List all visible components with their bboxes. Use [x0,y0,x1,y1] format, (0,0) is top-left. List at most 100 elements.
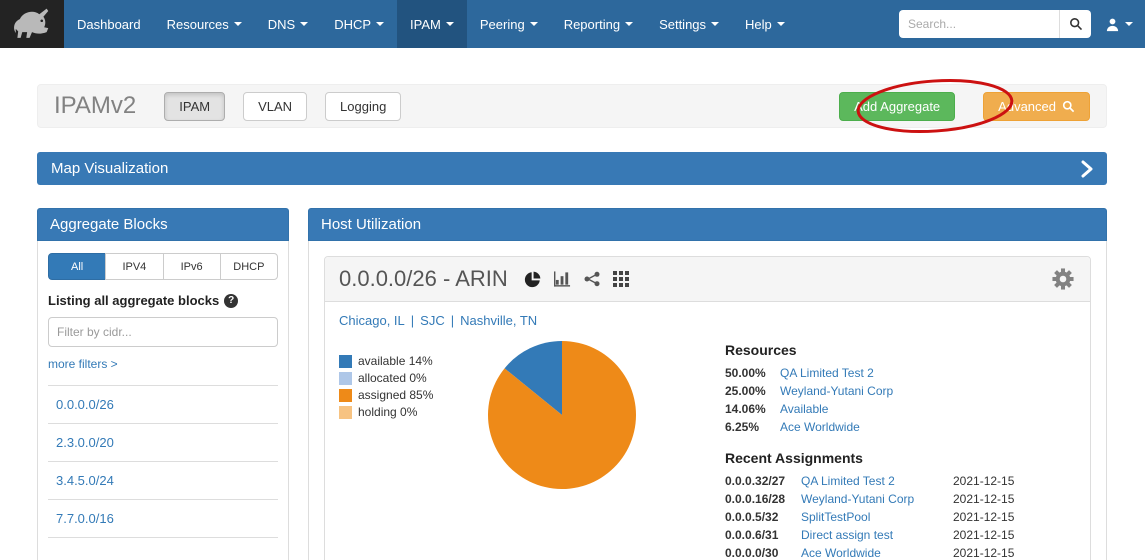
page-title: IPAMv2 [54,92,136,120]
rhino-logo-icon [6,4,58,44]
filter-tab-all[interactable]: All [48,253,106,280]
resource-percent: 6.25% [725,420,780,435]
more-filters-link[interactable]: more filters > [48,357,118,371]
assignment-cidr: 0.0.0.32/27 [725,474,801,489]
separator: | [411,313,414,328]
nav-item-help[interactable]: Help [732,0,798,48]
aggregate-blocks-header: Aggregate Blocks [37,208,289,241]
nav-item-resources[interactable]: Resources [154,0,255,48]
assignment-link[interactable]: Ace Worldwide [801,546,953,560]
settings-button[interactable] [1052,268,1074,290]
nav-item-dhcp[interactable]: DHCP [321,0,397,48]
assignment-date: 2021-12-15 [953,546,1014,560]
list-item[interactable]: 3.4.5.0/24 [48,461,278,499]
nav-item-peering[interactable]: Peering [467,0,551,48]
chevron-down-icon [1125,22,1133,26]
listing-label: Listing all aggregate blocks ? [48,293,278,308]
grid-view-button[interactable] [613,271,629,287]
resource-row: 50.00%QA Limited Test 2 [725,366,1076,381]
cidr-filter-input[interactable] [48,317,278,347]
resource-link[interactable]: QA Limited Test 2 [780,366,874,381]
legend-item: assigned 85% [339,388,479,402]
resource-link[interactable]: Available [780,402,828,417]
assignment-row: 0.0.0.5/32SplitTestPool2021-12-15 [725,510,1076,525]
gear-icon [1052,268,1074,290]
legend-item: allocated 0% [339,371,479,385]
search-icon [1069,17,1083,31]
nav-item-reporting[interactable]: Reporting [551,0,646,48]
resource-row: 25.00%Weyland-Yutani Corp [725,384,1076,399]
bar-chart-view-button[interactable] [554,271,571,287]
ipamv2-page: Dashboard Resources DNS DHCP IPAM Peerin… [0,0,1145,560]
nav-item-dashboard[interactable]: Dashboard [64,0,154,48]
nav-item-label: IPAM [410,17,441,32]
utilization-details: Resources 50.00%QA Limited Test 2 25.00%… [725,342,1076,560]
tab-ipam[interactable]: IPAM [164,92,225,121]
assignment-link[interactable]: SplitTestPool [801,510,953,525]
search-button[interactable] [1059,10,1091,38]
host-utilization-body: 0.0.0.0/26 - ARIN [308,241,1107,560]
assignment-link[interactable]: Direct assign test [801,528,953,543]
pie-chart-icon [524,271,541,288]
assignment-cidr: 0.0.0.6/31 [725,528,801,543]
assignment-link[interactable]: Weyland-Yutani Corp [801,492,953,507]
app-logo[interactable] [0,0,64,48]
aggregate-blocks-body: All IPV4 IPv6 DHCP Listing all aggregate… [37,241,289,560]
legend-swatch [339,355,352,368]
resource-link[interactable]: Weyland-Yutani Corp [780,384,893,399]
chevron-down-icon [376,22,384,26]
block-card: 0.0.0.0/26 - ARIN [324,256,1091,560]
navbar-right [899,0,1145,48]
legend-label: allocated 0% [358,371,427,385]
filter-tab-dhcp[interactable]: DHCP [220,253,278,280]
list-item[interactable] [48,537,278,559]
tab-logging[interactable]: Logging [325,92,401,121]
map-visualization-bar[interactable]: Map Visualization [37,152,1107,185]
location-link[interactable]: Chicago, IL [339,313,405,328]
grid-icon [613,271,629,287]
host-utilization-title: Host Utilization [321,216,421,233]
user-menu[interactable] [1105,17,1133,32]
assignment-row: 0.0.0.6/31Direct assign test2021-12-15 [725,528,1076,543]
host-utilization-panel: Host Utilization 0.0.0.0/26 - ARIN [308,208,1107,560]
nav-item-dns[interactable]: DNS [255,0,321,48]
assignment-row: 0.0.0.32/27QA Limited Test 22021-12-15 [725,474,1076,489]
legend-label: assigned 85% [358,388,433,402]
chevron-down-icon [234,22,242,26]
resource-row: 6.25%Ace Worldwide [725,420,1076,435]
aggregate-block-list: 0.0.0.0/26 2.3.0.0/20 3.4.5.0/24 7.7.0.0… [48,385,278,559]
search-input[interactable] [899,10,1059,38]
resource-link[interactable]: Ace Worldwide [780,420,860,435]
filter-tab-ipv4[interactable]: IPV4 [105,253,163,280]
help-icon[interactable]: ? [224,294,238,308]
location-link[interactable]: Nashville, TN [460,313,537,328]
filter-tab-ipv6[interactable]: IPv6 [163,253,221,280]
pie-chart-view-button[interactable] [524,271,541,288]
list-item[interactable]: 7.7.0.0/16 [48,499,278,537]
legend-item: holding 0% [339,405,479,419]
list-item[interactable]: 0.0.0.0/26 [48,385,278,423]
block-type-filter: All IPV4 IPv6 DHCP [48,253,278,280]
assignment-cidr: 0.0.0.0/30 [725,546,801,560]
tab-vlan[interactable]: VLAN [243,92,307,121]
top-navbar: Dashboard Resources DNS DHCP IPAM Peerin… [0,0,1145,48]
host-utilization-header: Host Utilization [308,208,1107,241]
nav-item-ipam[interactable]: IPAM [397,0,467,48]
main-menu: Dashboard Resources DNS DHCP IPAM Peerin… [64,0,798,48]
utilization-pie-chart [487,340,637,490]
resource-percent: 50.00% [725,366,780,381]
list-item[interactable]: 2.3.0.0/20 [48,423,278,461]
chevron-down-icon [446,22,454,26]
aggregate-blocks-title: Aggregate Blocks [50,216,168,233]
advanced-button[interactable]: Advanced [983,92,1090,121]
assignment-link[interactable]: QA Limited Test 2 [801,474,953,489]
share-icon [584,271,600,287]
nav-item-label: Reporting [564,17,620,32]
resource-percent: 25.00% [725,384,780,399]
block-title: 0.0.0.0/26 - ARIN [339,266,508,292]
nav-item-settings[interactable]: Settings [646,0,732,48]
add-aggregate-button[interactable]: Add Aggregate [839,92,955,121]
location-link[interactable]: SJC [420,313,445,328]
page-header: IPAMv2 IPAM VLAN Logging Add Aggregate A… [37,84,1107,128]
share-button[interactable] [584,271,600,287]
